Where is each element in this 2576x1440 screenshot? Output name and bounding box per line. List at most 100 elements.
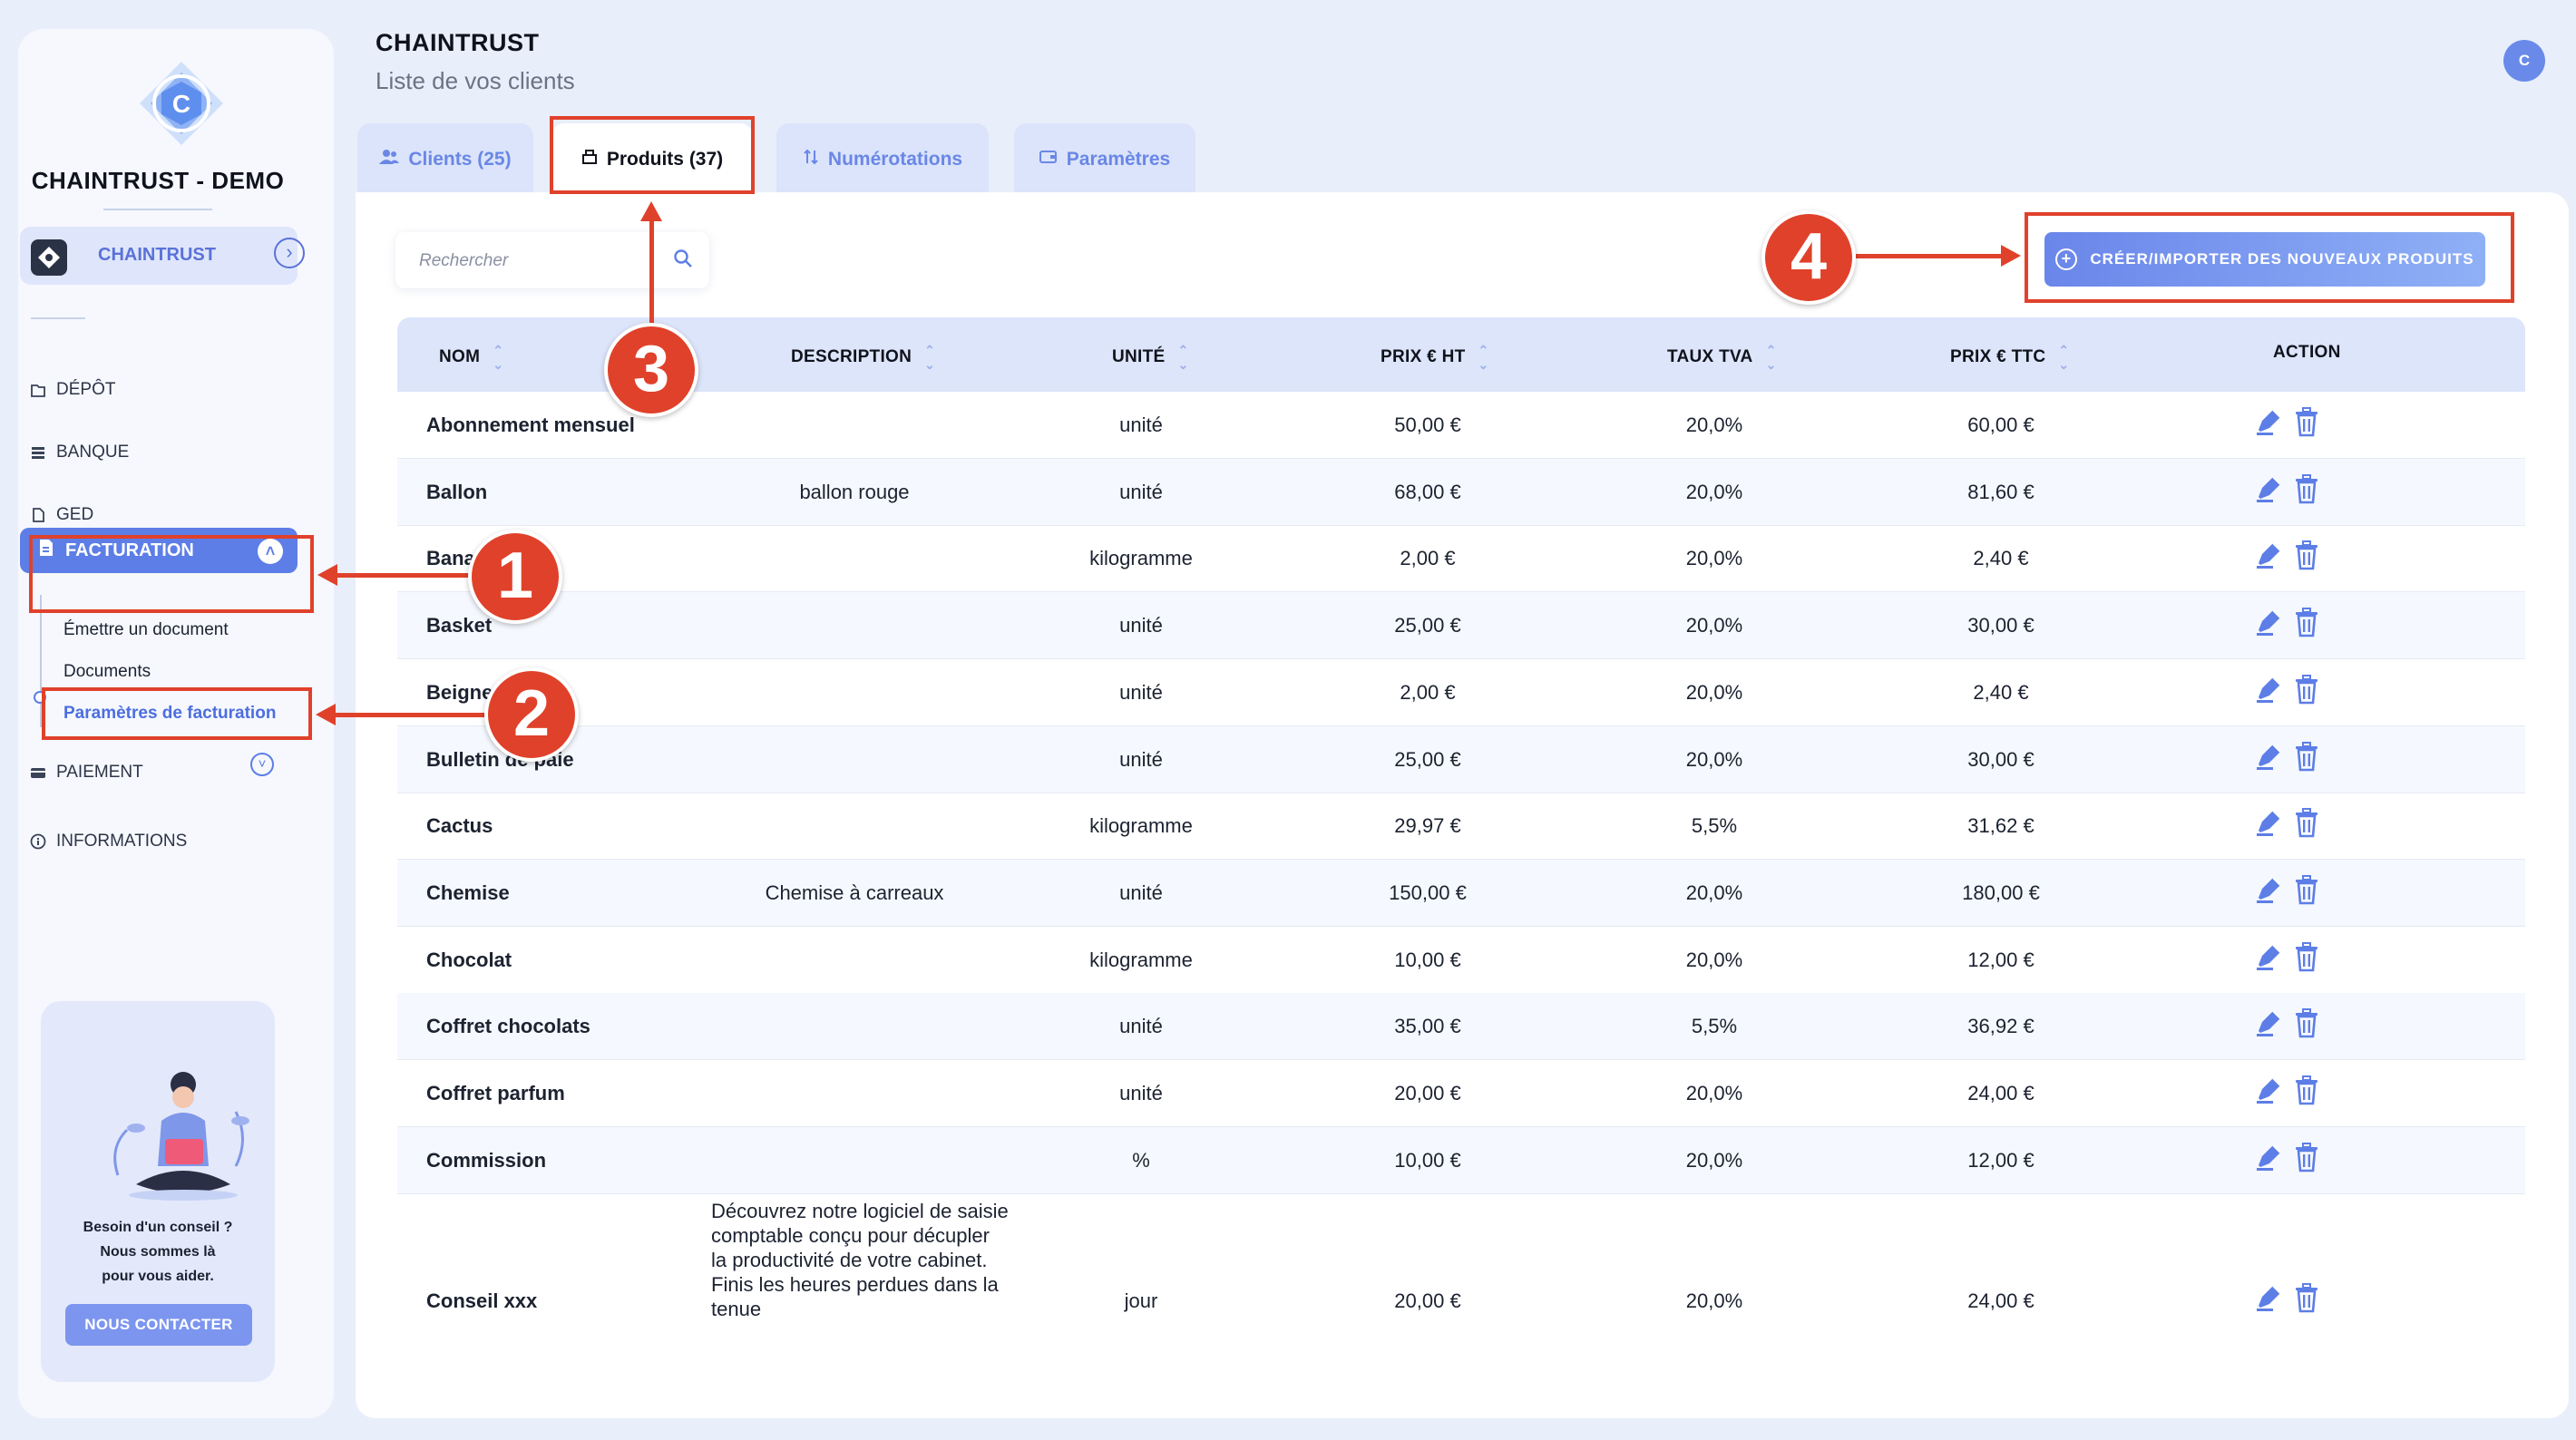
- search-icon[interactable]: [673, 248, 693, 274]
- table-row[interactable]: Bana kilogramme 2,00 € 20,0% 2,40 €: [397, 525, 2525, 593]
- row-actions: [2253, 473, 2320, 504]
- sort-icon[interactable]: ⌃ ⌄: [924, 343, 935, 372]
- brand-name: CHAINTRUST - DEMO: [31, 167, 285, 194]
- sort-icon[interactable]: ⌃ ⌄: [1478, 343, 1489, 372]
- sidebar-item-informations[interactable]: INFORMATIONS: [29, 825, 187, 858]
- cell-unite: unité: [1119, 1082, 1163, 1104]
- help-line-3: pour vous aider.: [102, 1269, 214, 1284]
- cell-prix-ht: 50,00 €: [1394, 414, 1461, 436]
- column-header-unite[interactable]: UNITÉ ⌃ ⌄: [1112, 343, 1189, 372]
- column-label: DESCRIPTION: [791, 347, 912, 366]
- table-row[interactable]: Commission% 10,00 € 20,0% 12,00 €: [397, 1126, 2525, 1194]
- edit-icon[interactable]: [2253, 741, 2284, 772]
- edit-icon[interactable]: [2253, 1075, 2284, 1105]
- chaintrust-logo: C: [134, 56, 229, 151]
- sidebar-item-banque[interactable]: BANQUE: [29, 436, 129, 469]
- trash-icon[interactable]: [2293, 807, 2320, 838]
- annotation-box-3: [550, 116, 755, 194]
- sidebar-item-depot[interactable]: DÉPÔT: [29, 374, 115, 406]
- help-line-2: Nous sommes là: [100, 1244, 216, 1260]
- sort-icon[interactable]: ⌃ ⌄: [1766, 343, 1777, 372]
- sidebar-item-ged[interactable]: GED: [29, 499, 93, 531]
- chevron-down-icon[interactable]: ˅: [250, 753, 274, 776]
- tab-parametres[interactable]: Paramètres: [1014, 123, 1195, 196]
- annotation-marker-2: 2: [484, 667, 579, 762]
- sort-icon[interactable]: ⌃ ⌄: [493, 343, 503, 372]
- trash-icon[interactable]: [2293, 874, 2320, 905]
- table-row[interactable]: Conseil xxx Découvrez notre logiciel de s…: [397, 1193, 2525, 1335]
- edit-icon[interactable]: [2253, 1007, 2284, 1038]
- search-box[interactable]: [395, 232, 709, 288]
- trash-icon[interactable]: [2293, 674, 2320, 705]
- sort-icon[interactable]: ⌃ ⌄: [2058, 343, 2069, 372]
- column-label: ACTION: [2273, 343, 2341, 362]
- edit-icon[interactable]: [2253, 674, 2284, 705]
- cell-nom: Chocolat: [426, 948, 512, 971]
- table-row[interactable]: Bulletin de paie unité 25,00 €20,0% 30,00 €: [397, 725, 2525, 793]
- trash-icon[interactable]: [2293, 607, 2320, 637]
- row-actions: [2253, 807, 2320, 838]
- cell-nom: Chemise: [426, 881, 510, 904]
- table-row[interactable]: Basket unité 25,00 € 20,0% 30,00 €: [397, 592, 2525, 660]
- trash-icon[interactable]: [2293, 473, 2320, 504]
- annotation-marker-3: 3: [604, 323, 698, 417]
- trash-icon[interactable]: [2293, 1282, 2320, 1313]
- table-row[interactable]: Beignet unité 2,00 €20,0% 2,40 €: [397, 659, 2525, 726]
- edit-icon[interactable]: [2253, 540, 2284, 570]
- edit-icon[interactable]: [2253, 941, 2284, 972]
- column-header-prix-ttc[interactable]: PRIX € TTC ⌃ ⌄: [1950, 343, 2069, 372]
- current-account-selector[interactable]: CHAINTRUST ›: [20, 227, 305, 285]
- cell-prix-ht: 29,97 €: [1394, 814, 1461, 838]
- cell-unite: unité: [1119, 480, 1163, 503]
- trash-icon[interactable]: [2293, 406, 2320, 437]
- edit-icon[interactable]: [2253, 807, 2284, 838]
- edit-icon[interactable]: [2253, 406, 2284, 437]
- column-header-nom[interactable]: NOM ⌃ ⌄: [439, 343, 503, 372]
- submenu-documents[interactable]: Documents: [63, 662, 151, 682]
- table-row[interactable]: Cactus kilogramme 29,97 € 5,5% 31,62 €: [397, 793, 2525, 861]
- table-row[interactable]: Coffret chocolats unité 35,00 € 5,5% 36,92 €: [397, 993, 2525, 1061]
- trash-icon[interactable]: [2293, 1007, 2320, 1038]
- cell-taux-tva: 5,5%: [1691, 1015, 1738, 1038]
- edit-icon[interactable]: [2253, 1142, 2284, 1172]
- column-header-taux-tva[interactable]: TAUX TVA ⌃ ⌄: [1667, 343, 1777, 372]
- trash-icon[interactable]: [2293, 540, 2320, 570]
- edit-icon[interactable]: [2253, 874, 2284, 905]
- tab-numerotations[interactable]: Numérotations: [776, 123, 989, 196]
- edit-icon[interactable]: [2253, 607, 2284, 637]
- avatar[interactable]: C: [2503, 40, 2545, 82]
- cell-unite: kilogramme: [1089, 547, 1193, 570]
- column-header-description[interactable]: DESCRIPTION ⌃ ⌄: [791, 343, 935, 372]
- cell-description: Découvrez notre logiciel de saisie compt…: [711, 1200, 1009, 1321]
- edit-icon[interactable]: [2253, 473, 2284, 504]
- column-header-prix-ht[interactable]: PRIX € HT ⌃ ⌄: [1381, 343, 1489, 372]
- cell-prix-ht: 35,00 €: [1394, 1015, 1461, 1038]
- edit-icon[interactable]: [2253, 1282, 2284, 1313]
- table-row[interactable]: Ballon ballon rouge unité 68,00 € 20,0% 81,60…: [397, 458, 2525, 526]
- table-row[interactable]: Coffret parfum unité 20,00 € 20,0% 24,00 €: [397, 1060, 2525, 1127]
- tab-clients[interactable]: Clients (25): [357, 123, 533, 196]
- table-row[interactable]: Chemise Chemise à carreaux unité 150,00 € 20…: [397, 859, 2525, 927]
- trash-icon[interactable]: [2293, 941, 2320, 972]
- row-actions: [2253, 674, 2320, 705]
- sort-icon[interactable]: ⌃ ⌄: [1178, 343, 1189, 372]
- card-icon: [29, 764, 47, 782]
- contact-button[interactable]: NOUS CONTACTER: [65, 1304, 252, 1346]
- trash-icon[interactable]: [2293, 1075, 2320, 1105]
- current-account-name: CHAINTRUST: [98, 245, 216, 265]
- tab-label: Paramètres: [1066, 149, 1171, 170]
- annotation-box-4: [2025, 212, 2514, 303]
- sidebar-item-paiement[interactable]: PAIEMENT: [29, 756, 143, 789]
- submenu-emettre-document[interactable]: Émettre un document: [63, 620, 229, 640]
- cell-nom: Conseil xxx: [426, 1289, 538, 1313]
- cell-nom: Commission: [426, 1148, 547, 1172]
- chevron-right-icon[interactable]: ›: [274, 238, 305, 268]
- table-row[interactable]: Chocolat kilogramme 10,00 € 20,0% 12,00 €: [397, 927, 2525, 994]
- wallet-icon: [1039, 149, 1058, 170]
- search-input[interactable]: [417, 245, 666, 277]
- cell-taux-tva: 20,0%: [1685, 680, 1743, 704]
- row-actions: [2253, 607, 2320, 637]
- trash-icon[interactable]: [2293, 741, 2320, 772]
- trash-icon[interactable]: [2293, 1142, 2320, 1172]
- table-row[interactable]: Abonnement mensuel unité 50,00 € 20,0% 60,00…: [397, 392, 2525, 459]
